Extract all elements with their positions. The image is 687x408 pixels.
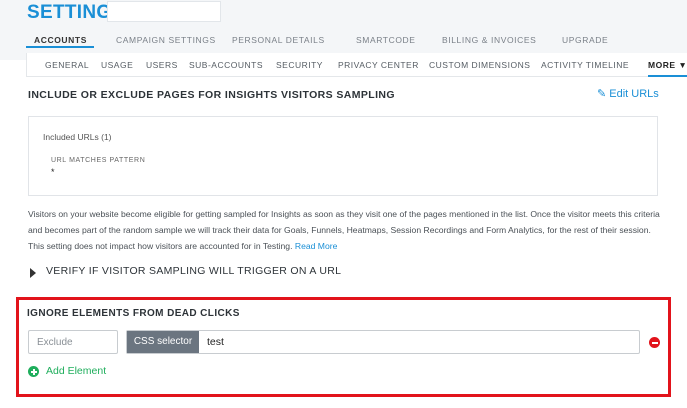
- tab-accounts[interactable]: ACCOUNTS: [34, 35, 87, 45]
- main-tabs: ACCOUNTS CAMPAIGN SETTINGS PERSONAL DETA…: [0, 35, 687, 53]
- included-urls-count: Included URLs (1): [43, 132, 112, 142]
- read-more-link[interactable]: Read More: [295, 241, 338, 251]
- subtab-usage[interactable]: USAGE: [101, 60, 133, 70]
- sampling-description-text: Visitors on your website become eligible…: [28, 209, 660, 251]
- ignore-section-title: IGNORE ELEMENTS FROM DEAD CLICKS: [27, 308, 240, 319]
- css-selector-label: CSS selector: [127, 331, 199, 353]
- exclude-select-value: Exclude: [37, 337, 73, 348]
- caret-right-icon: [30, 268, 36, 278]
- included-urls-panel: Included URLs (1) URL MATCHES PATTERN *: [28, 116, 658, 196]
- ignore-dead-clicks-panel: IGNORE ELEMENTS FROM DEAD CLICKS Exclude…: [16, 297, 671, 397]
- subtab-activity-timeline[interactable]: ACTIVITY TIMELINE: [541, 60, 629, 70]
- sampling-description: Visitors on your website become eligible…: [28, 206, 668, 254]
- url-pattern-value: *: [51, 167, 55, 177]
- subtab-more-dropdown[interactable]: MORE ▼: [648, 60, 687, 70]
- active-tab-indicator: [26, 46, 94, 48]
- tab-billing-invoices[interactable]: BILLING & INVOICES: [442, 35, 536, 45]
- add-element-label: Add Element: [46, 365, 107, 377]
- minus-circle-icon[interactable]: [649, 337, 660, 348]
- subtab-privacy-center[interactable]: PRIVACY CENTER: [338, 60, 419, 70]
- sub-navigation: GENERAL USAGE USERS SUB-ACCOUNTS SECURIT…: [26, 53, 687, 77]
- tab-personal-details[interactable]: PERSONAL DETAILS: [232, 35, 325, 45]
- url-pattern-label: URL MATCHES PATTERN: [51, 157, 146, 164]
- sampling-section-title: INCLUDE OR EXCLUDE PAGES FOR INSIGHTS VI…: [28, 89, 395, 101]
- tab-campaign-settings[interactable]: CAMPAIGN SETTINGS: [116, 35, 216, 45]
- css-selector-input[interactable]: test: [207, 336, 224, 348]
- verify-sampling-label: VERIFY IF VISITOR SAMPLING WILL TRIGGER …: [46, 265, 342, 277]
- tab-smartcode[interactable]: SMARTCODE: [356, 35, 416, 45]
- plus-circle-icon: [28, 366, 39, 377]
- exclude-select[interactable]: Exclude: [28, 330, 118, 354]
- edit-urls-link[interactable]: ✎ Edit URLs: [597, 87, 659, 100]
- active-subtab-indicator: [648, 75, 687, 77]
- tab-upgrade[interactable]: UPGRADE: [562, 35, 608, 45]
- subtab-users[interactable]: USERS: [146, 60, 178, 70]
- subtab-custom-dimensions[interactable]: CUSTOM DIMENSIONS: [429, 60, 530, 70]
- css-selector-input-group: CSS selector test: [126, 330, 640, 354]
- subtab-security[interactable]: SECURITY: [276, 60, 323, 70]
- subtab-general[interactable]: GENERAL: [45, 60, 89, 70]
- settings-search-box[interactable]: [107, 1, 221, 22]
- subtab-sub-accounts[interactable]: SUB-ACCOUNTS: [189, 60, 263, 70]
- settings-header: SETTINGS ACCOUNTS CAMPAIGN SETTINGS PERS…: [0, 0, 687, 60]
